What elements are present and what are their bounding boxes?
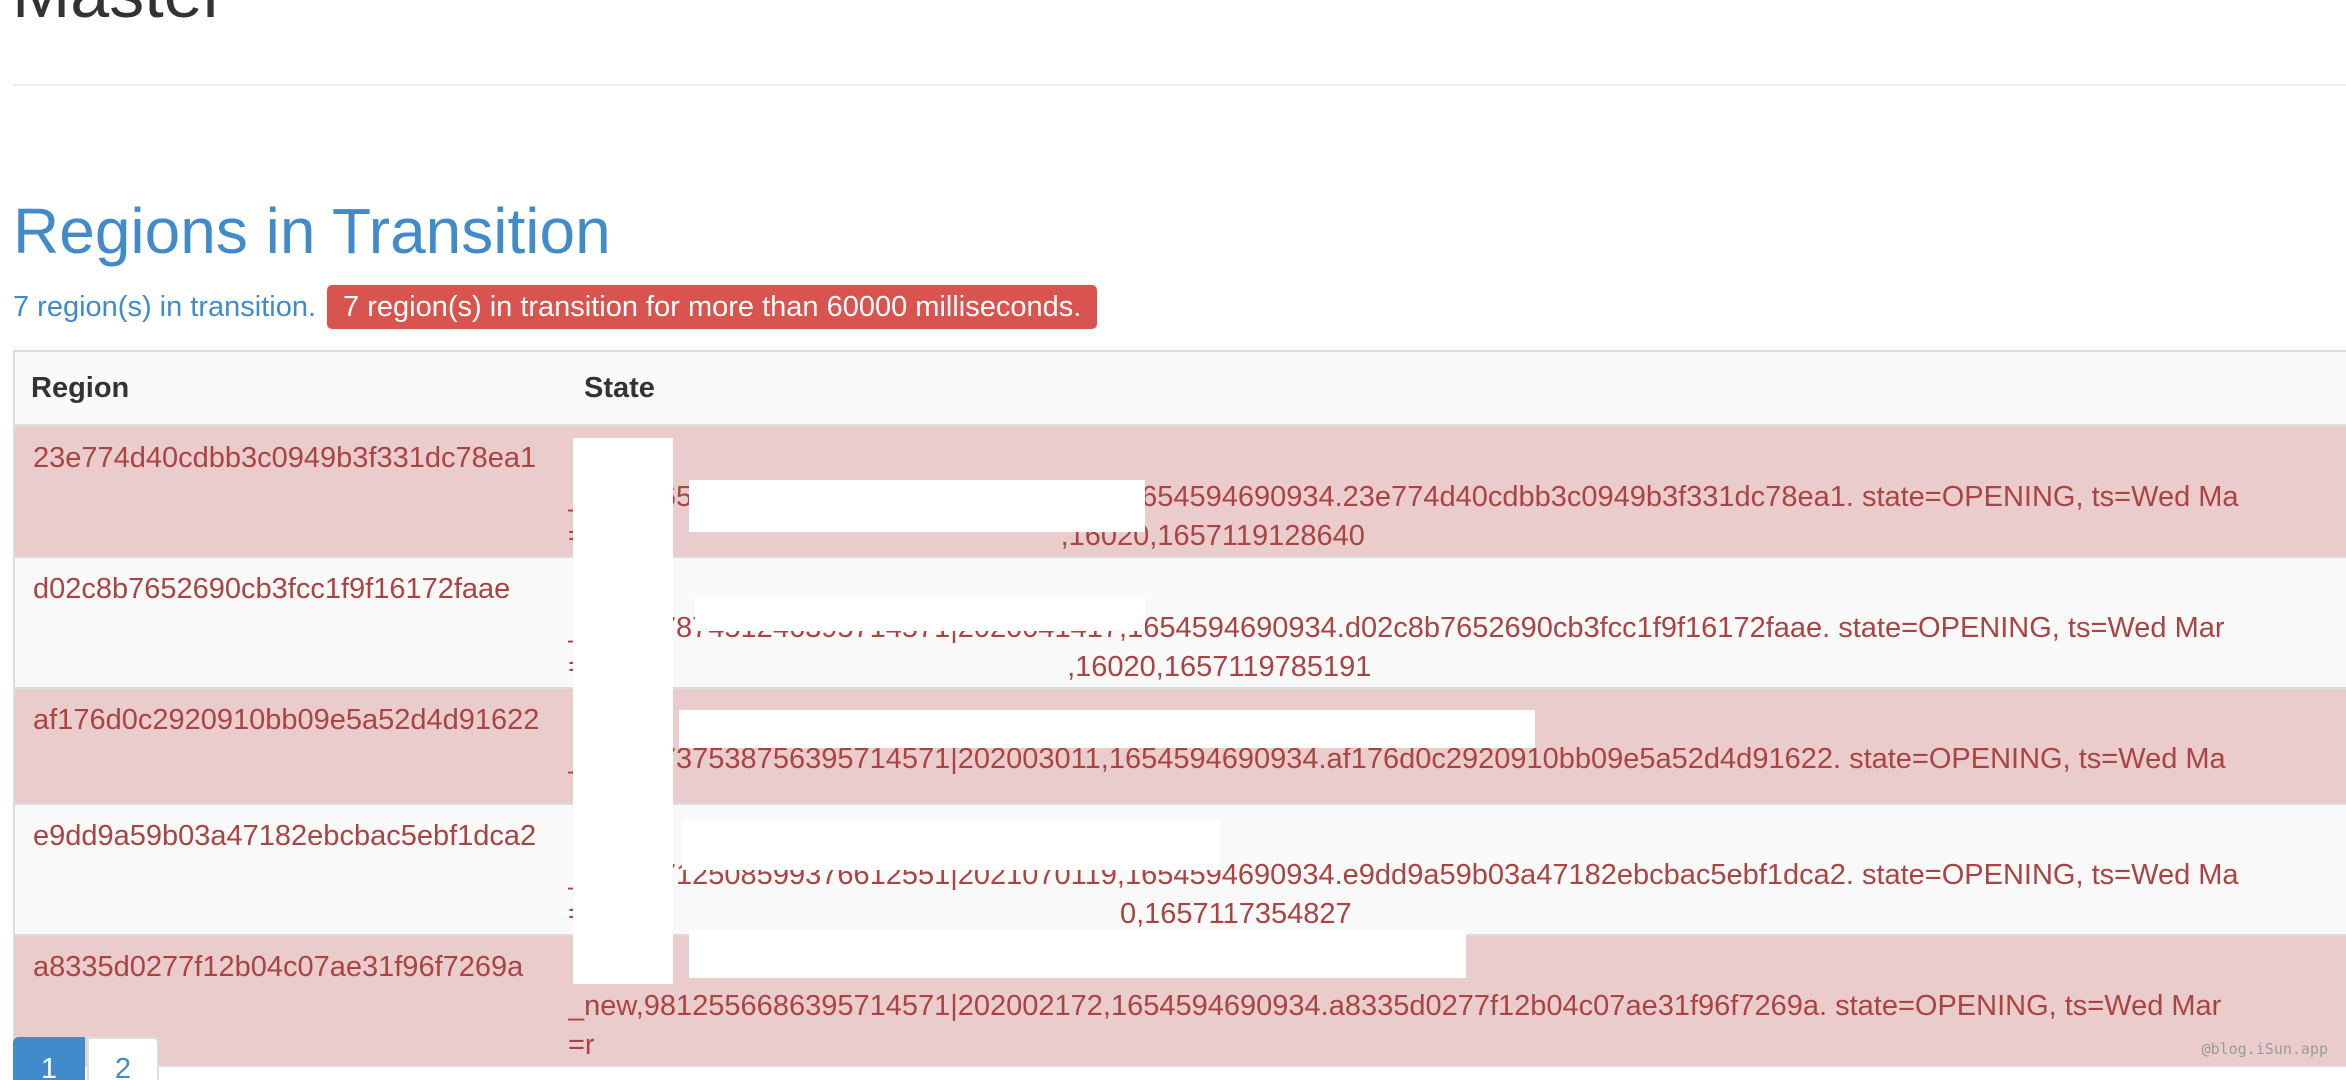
rit-summary: 7 region(s) in transition. 7 region(s) i… <box>13 284 1098 330</box>
region-cell: 23e774d40cdbb3c0949b3f331dc78ea1 <box>15 425 568 558</box>
table-row: d02c8b7652690cb3fcc1f9f16172faae _new,97… <box>15 557 2346 689</box>
state-line-head: =r <box>568 1029 595 1061</box>
table-header-row: Region State <box>15 352 2346 427</box>
redaction-block <box>573 438 673 984</box>
region-cell: e9dd9a59b03a47182ebcbac5ebf1dca2 <box>15 804 568 936</box>
header-divider <box>13 84 2346 86</box>
region-cell: d02c8b7652690cb3fcc1f9f16172faae <box>15 557 568 689</box>
rit-count-link[interactable]: 7 region(s) in transition. <box>13 291 316 324</box>
redaction-block <box>679 710 1535 748</box>
column-header-region: Region <box>15 352 568 427</box>
region-cell: af176d0c2920910bb09e5a52d4d91622 <box>15 688 568 805</box>
state-line-tail: 0,1657117354827 <box>1119 898 1352 930</box>
state-line-tail: ,16020,1657119785191 <box>1067 651 1372 683</box>
state-line: =n,16020,1657119785191 <box>568 648 2346 686</box>
table-row: 23e774d40cdbb3c0949b3f331dc78ea1 _new,96… <box>15 425 2346 558</box>
redaction-block <box>682 820 1220 870</box>
page: Master Regions in Transition 7 region(s)… <box>0 0 2346 1080</box>
redaction-block <box>689 480 1145 532</box>
rit-timeout-badge: 7 region(s) in transition for more than … <box>327 285 1098 329</box>
watermark: @blog.iSun.app <box>2201 1040 2328 1058</box>
column-header-state: State <box>568 352 2346 427</box>
redaction-block <box>689 930 1466 978</box>
redaction-block <box>695 597 1145 631</box>
master-title: Master <box>12 0 226 28</box>
state-line: =r <box>568 1026 2346 1064</box>
state-line: =0,1657117354827 <box>568 895 2346 933</box>
regions-in-transition-title: Regions in Transition <box>13 195 611 267</box>
pagination-page-1[interactable]: 1 <box>13 1037 85 1080</box>
state-line: _new,9812556686395714571|202002172,16545… <box>568 990 2222 1022</box>
pagination-page-2[interactable]: 2 <box>87 1037 159 1080</box>
pagination: 1 2 <box>13 1037 159 1080</box>
